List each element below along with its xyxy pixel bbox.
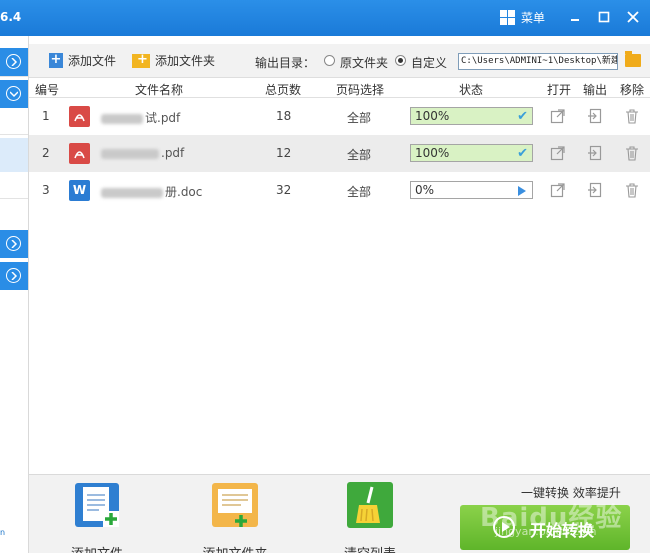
- slogan-text: 一键转换 效率提升: [521, 486, 621, 500]
- app-version: 6.4: [0, 10, 22, 24]
- minimize-icon[interactable]: [566, 8, 584, 26]
- radio-custom-folder[interactable]: [395, 55, 406, 66]
- sidebar-expand-button-2[interactable]: [0, 230, 28, 258]
- row-page-select[interactable]: 全部: [347, 183, 371, 200]
- open-external-icon[interactable]: [550, 108, 566, 124]
- radio-custom-label: 自定义: [411, 56, 448, 70]
- add-file-label: 添加文件: [68, 54, 117, 68]
- file-table-header: 编号 文件名称 总页数 页码选择 状态 打开 输出 移除: [29, 78, 650, 98]
- add-folder-label: 添加文件夹: [155, 54, 216, 68]
- sidebar-selected-item[interactable]: [0, 138, 28, 172]
- browse-folder-icon[interactable]: [625, 51, 641, 67]
- start-convert-label: 开始转换: [530, 521, 595, 540]
- menu-button[interactable]: 菜单: [500, 9, 545, 26]
- add-folder-icon: [132, 52, 150, 68]
- progress-bar: 100% ✔: [410, 144, 533, 162]
- row-page-select[interactable]: 全部: [347, 146, 371, 163]
- sidebar-link[interactable]: n: [0, 528, 5, 537]
- bottom-add-folder-button[interactable]: 添加文件夹: [195, 481, 275, 553]
- row-pages: 18: [276, 109, 292, 123]
- sidebar-divider: [0, 134, 28, 135]
- add-folder-icon: [212, 483, 258, 527]
- output-icon[interactable]: [587, 108, 603, 124]
- row-index: 3: [42, 183, 50, 197]
- sidebar-divider: [0, 76, 28, 77]
- file-name: .pdf: [101, 146, 184, 160]
- toolbar: + 添加文件 添加文件夹 输出目录： 原文件夹 自定义 C:\Users\ADM…: [29, 44, 650, 78]
- output-icon[interactable]: [587, 145, 603, 161]
- radio-original-label: 原文件夹: [340, 56, 389, 70]
- row-page-select[interactable]: 全部: [347, 109, 371, 126]
- play-icon: [493, 516, 515, 538]
- radio-original-folder[interactable]: [324, 55, 335, 66]
- col-page-select: 页码选择: [336, 83, 385, 97]
- output-path-field[interactable]: C:\Users\ADMINI~1\Desktop\新建文: [458, 53, 618, 70]
- row-index: 1: [42, 109, 50, 123]
- col-remove: 移除: [620, 83, 645, 97]
- clear-list-button[interactable]: 清空列表: [330, 481, 410, 553]
- grid-menu-icon: [500, 10, 515, 25]
- progress-bar: 100% ✔: [410, 107, 533, 125]
- trash-icon[interactable]: [624, 108, 640, 124]
- title-bar: 6.4 菜单: [0, 0, 650, 36]
- table-row[interactable]: 1 试.pdf 18 全部 100% ✔: [29, 98, 650, 135]
- menu-label: 菜单: [521, 11, 546, 25]
- file-name: 册.doc: [101, 183, 202, 200]
- progress-text: 100%: [415, 109, 450, 123]
- col-index: 编号: [35, 83, 60, 97]
- add-document-icon: [75, 483, 119, 527]
- add-file-button[interactable]: + 添加文件: [49, 52, 116, 69]
- close-icon[interactable]: [624, 8, 642, 26]
- sidebar-expand-button-3[interactable]: [0, 262, 28, 290]
- clear-list-label: 清空列表: [330, 543, 410, 553]
- bottom-add-folder-label: 添加文件夹: [195, 543, 275, 553]
- start-convert-button[interactable]: 开始转换: [460, 505, 630, 550]
- trash-icon[interactable]: [624, 145, 640, 161]
- row-pages: 12: [276, 146, 292, 160]
- row-pages: 32: [276, 183, 292, 197]
- app-window: 6.4 菜单 n + 添加文件 + 添加文件夹 输出目录： 原文件夹 自定义 C…: [0, 0, 650, 553]
- output-dir-label: 输出目录：: [255, 56, 316, 70]
- table-row[interactable]: 3 W 册.doc 32 全部 0%: [29, 172, 650, 209]
- output-icon[interactable]: [587, 182, 603, 198]
- open-external-icon[interactable]: [550, 145, 566, 161]
- sidebar-divider: [0, 198, 28, 199]
- sidebar: n: [0, 36, 29, 553]
- trash-icon[interactable]: [624, 182, 640, 198]
- add-file-icon: +: [49, 52, 63, 68]
- bottom-bar: 添加文件 添加文件夹 清空列表 一键转换 效率提升 开始转换: [29, 474, 650, 553]
- progress-bar: 0%: [410, 181, 533, 199]
- col-open: 打开: [547, 83, 572, 97]
- pdf-file-icon: [69, 106, 90, 127]
- row-index: 2: [42, 146, 50, 160]
- maximize-icon[interactable]: [595, 8, 613, 26]
- file-name: 试.pdf: [101, 109, 180, 126]
- col-status: 状态: [459, 83, 484, 97]
- bottom-add-file-button[interactable]: 添加文件: [57, 481, 137, 553]
- sidebar-expand-button-1[interactable]: [0, 48, 28, 76]
- progress-text: 100%: [415, 146, 450, 160]
- col-name: 文件名称: [135, 83, 184, 97]
- col-pages: 总页数: [265, 83, 302, 97]
- table-row[interactable]: 2 .pdf 12 全部 100% ✔: [29, 135, 650, 172]
- sidebar-collapse-button[interactable]: [0, 80, 28, 108]
- bottom-add-file-label: 添加文件: [57, 543, 137, 553]
- broom-icon: [347, 482, 393, 528]
- check-icon: ✔: [517, 146, 528, 161]
- pdf-file-icon: [69, 143, 90, 164]
- open-external-icon[interactable]: [550, 182, 566, 198]
- col-output: 输出: [583, 83, 608, 97]
- play-icon[interactable]: [518, 186, 526, 196]
- check-icon: ✔: [517, 109, 528, 124]
- progress-text: 0%: [415, 183, 435, 197]
- add-folder-button[interactable]: 添加文件夹: [132, 52, 215, 69]
- word-file-icon: W: [69, 180, 90, 201]
